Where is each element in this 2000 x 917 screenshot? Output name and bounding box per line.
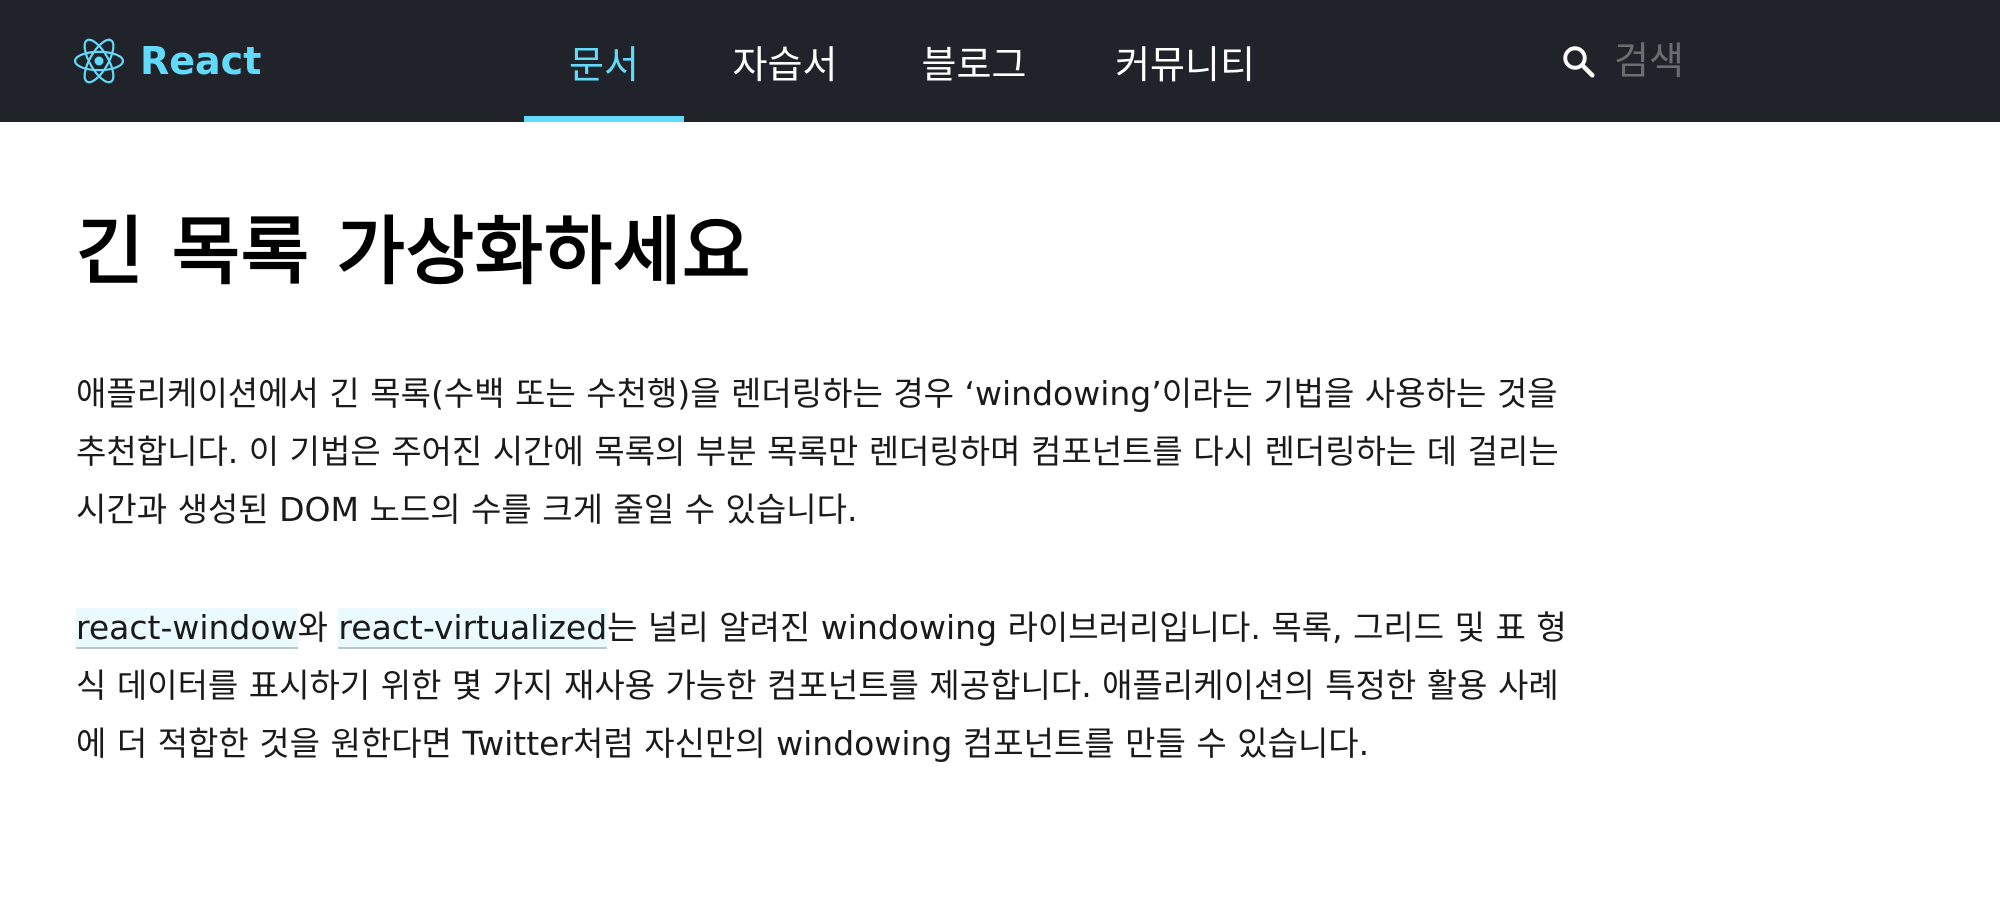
paragraph-text: 와 [297, 608, 339, 647]
nav-item-community[interactable]: 커뮤니티 [1062, 0, 1308, 122]
react-logo-link[interactable]: React [74, 30, 261, 92]
logo-text: React [140, 39, 262, 83]
nav-item-docs[interactable]: 문서 [524, 0, 684, 122]
libraries-paragraph: react-window와 react-virtualized는 널리 알려진 … [76, 599, 1586, 773]
top-navigation-bar: React 문서 자습서 블로그 커뮤니티 [0, 0, 2000, 122]
nav-item-blog[interactable]: 블로그 [886, 0, 1062, 122]
search-icon[interactable] [1560, 43, 1596, 79]
main-nav: 문서 자습서 블로그 커뮤니티 [524, 0, 1308, 122]
main-content: 긴 목록 가상화하세요 애플리케이션에서 긴 목록(수백 또는 수천행)을 렌더… [76, 200, 1586, 773]
react-atom-icon [74, 36, 124, 86]
search-input[interactable] [1612, 38, 1916, 84]
nav-item-tutorial[interactable]: 자습서 [684, 0, 886, 122]
page-title: 긴 목록 가상화하세요 [76, 209, 752, 295]
search-box [1560, 30, 1916, 92]
react-window-link[interactable]: react-window [76, 608, 298, 649]
react-virtualized-link[interactable]: react-virtualized [338, 608, 608, 649]
intro-paragraph: 애플리케이션에서 긴 목록(수백 또는 수천행)을 렌더링하는 경우 ‘wind… [76, 374, 1559, 529]
